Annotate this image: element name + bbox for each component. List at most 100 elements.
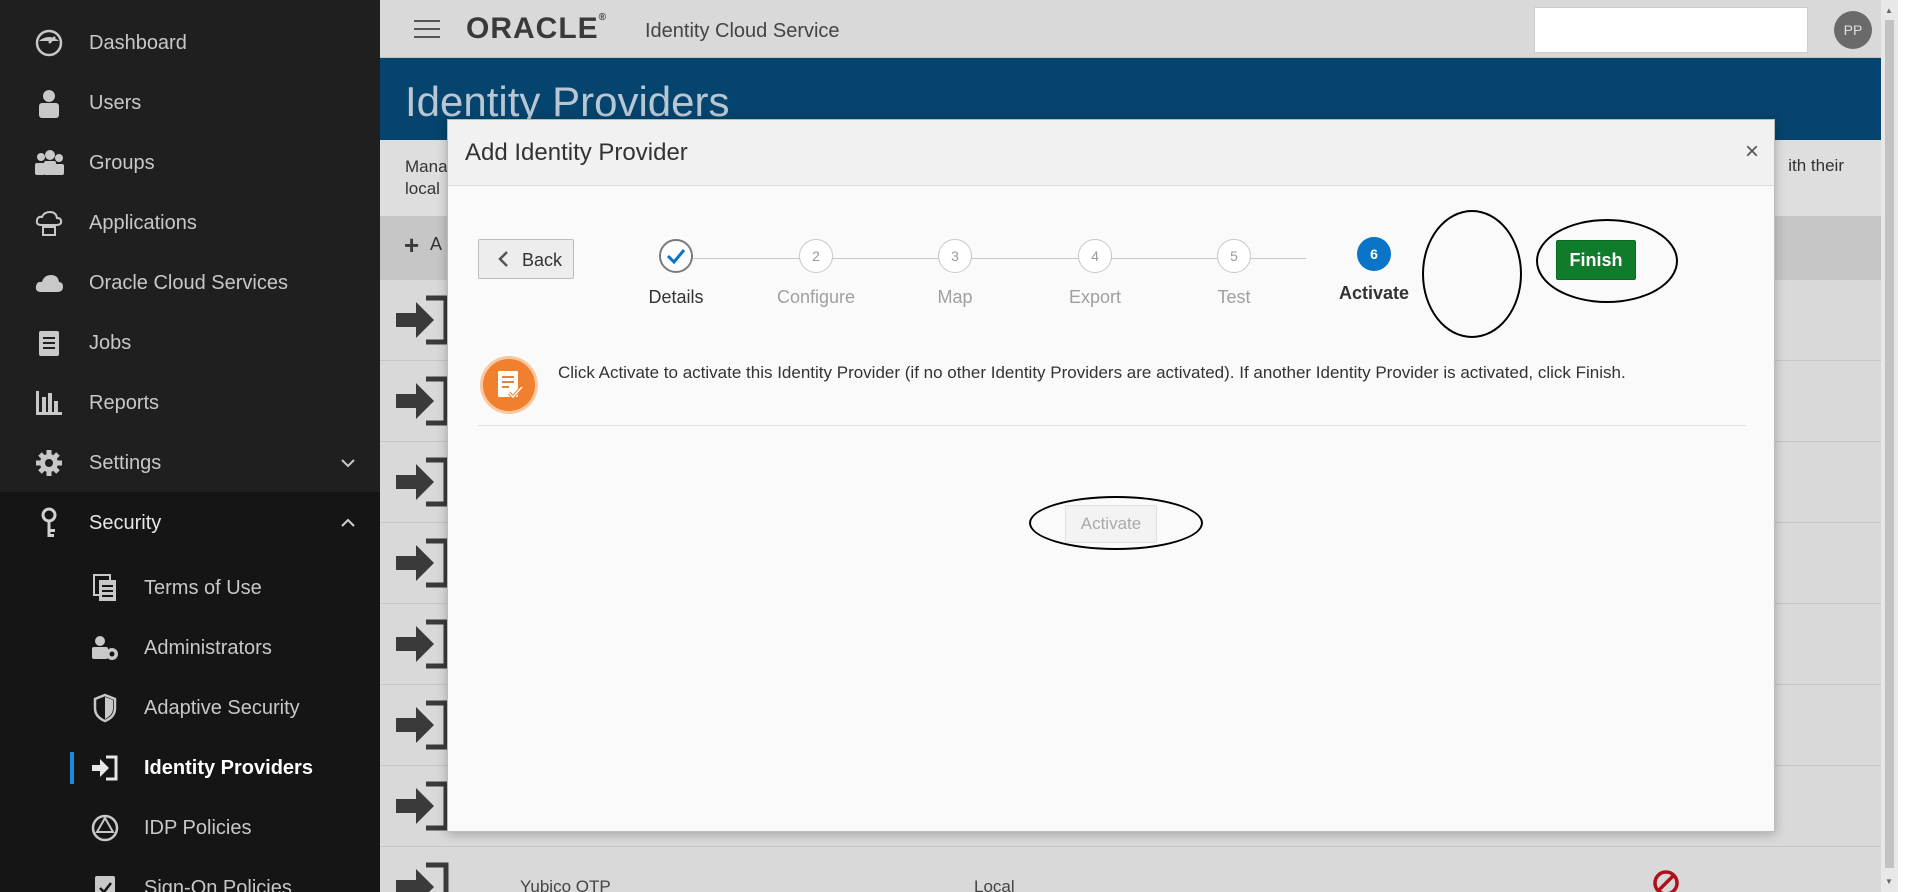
sidebar-item-label: Groups bbox=[89, 151, 155, 174]
step-label: Configure bbox=[776, 287, 856, 307]
sidebar-item-label: Settings bbox=[89, 451, 162, 474]
sidebar-item-label: Applications bbox=[89, 211, 197, 234]
sidebar-subitem-label: IDP Policies bbox=[144, 816, 252, 839]
sidebar-subitem-terms-of-use[interactable]: Terms of Use bbox=[0, 558, 380, 618]
back-button[interactable]: Back bbox=[478, 239, 574, 279]
scroll-up-icon[interactable]: ▲ bbox=[1885, 6, 1893, 15]
shield-icon bbox=[88, 691, 122, 725]
sidebar-item-label: Reports bbox=[89, 391, 160, 414]
description-left: Mana local bbox=[405, 157, 448, 198]
product-name: Identity Cloud Service bbox=[645, 20, 840, 42]
sidebar-subitem-administrators[interactable]: Administrators bbox=[0, 618, 380, 678]
bar-chart-icon bbox=[32, 386, 66, 420]
annotation-ellipse bbox=[1422, 210, 1522, 338]
sign-on-policy-icon bbox=[88, 871, 122, 892]
active-marker bbox=[70, 752, 74, 784]
chevron-left-icon bbox=[498, 251, 508, 267]
sidebar-item-oracle-cloud-services[interactable]: Oracle Cloud Services bbox=[0, 253, 380, 313]
groups-icon bbox=[32, 146, 66, 180]
table-row[interactable]: Yubico OTP Local bbox=[380, 847, 1898, 892]
divider bbox=[478, 425, 1746, 426]
train-step-configure[interactable]: 2 Configure bbox=[746, 239, 886, 308]
step-number: 2 bbox=[799, 239, 833, 273]
sidebar-item-label: Dashboard bbox=[89, 31, 187, 54]
sidebar-subitem-label: Identity Providers bbox=[144, 756, 313, 779]
description-right: ith their bbox=[1788, 156, 1844, 175]
step-number: 6 bbox=[1357, 237, 1391, 271]
sign-in-icon bbox=[396, 619, 449, 669]
sidebar-item-users[interactable]: Users bbox=[0, 73, 380, 133]
step-label: Export bbox=[1068, 287, 1122, 307]
sidebar-item-reports[interactable]: Reports bbox=[0, 373, 380, 433]
cloud-icon bbox=[32, 266, 66, 300]
documents-icon bbox=[88, 571, 122, 605]
add-button-label[interactable]: A bbox=[430, 234, 442, 255]
dialog-header: Add Identity Provider × bbox=[448, 120, 1774, 186]
top-bar: ORACLE® Identity Cloud Service PP bbox=[380, 0, 1898, 58]
sign-in-icon bbox=[396, 700, 449, 750]
sidebar-subitem-identity-providers[interactable]: Identity Providers bbox=[0, 738, 380, 798]
dialog-title: Add Identity Provider bbox=[465, 139, 688, 166]
sign-in-icon bbox=[88, 751, 122, 785]
sidebar-item-label: Users bbox=[89, 91, 142, 114]
scrollbar-thumb[interactable] bbox=[1885, 20, 1894, 868]
sidebar-subitem-idp-policies[interactable]: IDP Policies bbox=[0, 798, 380, 858]
step-number: 3 bbox=[938, 239, 972, 273]
idp-policy-icon bbox=[88, 811, 122, 845]
oracle-logo: ORACLE® bbox=[466, 12, 608, 45]
plus-icon[interactable]: + bbox=[404, 230, 419, 261]
sign-in-icon bbox=[396, 862, 449, 892]
step-number: 5 bbox=[1217, 239, 1251, 273]
sidebar-item-applications[interactable]: Applications bbox=[0, 193, 380, 253]
sidebar-subitem-label: Administrators bbox=[144, 636, 272, 659]
user-icon bbox=[32, 86, 66, 120]
disabled-status-icon bbox=[1653, 870, 1679, 892]
train-step-map[interactable]: 3 Map bbox=[885, 239, 1025, 308]
step-number: 4 bbox=[1078, 239, 1112, 273]
jobs-icon bbox=[32, 326, 66, 360]
sidebar-item-label: Oracle Cloud Services bbox=[89, 271, 288, 294]
provider-type: Local bbox=[974, 877, 1015, 892]
sidebar-subitem-label: Sign-On Policies bbox=[144, 876, 292, 892]
back-button-label: Back bbox=[522, 250, 563, 270]
sidebar-subitem-sign-on-policies[interactable]: Sign-On Policies bbox=[0, 858, 380, 892]
sidebar: Dashboard Users Groups Applications Orac… bbox=[0, 0, 380, 892]
train-step-export[interactable]: 4 Export bbox=[1025, 239, 1165, 308]
sidebar-item-dashboard[interactable]: Dashboard bbox=[0, 13, 380, 73]
sidebar-subitem-label: Terms of Use bbox=[144, 576, 262, 599]
hamburger-menu-icon[interactable] bbox=[414, 20, 440, 38]
train-step-test[interactable]: 5 Test bbox=[1164, 239, 1304, 308]
sidebar-item-label: Security bbox=[89, 511, 162, 534]
sign-in-icon bbox=[396, 781, 449, 831]
admin-icon bbox=[88, 631, 122, 665]
step-label: Test bbox=[1217, 287, 1251, 307]
annotation-ellipse bbox=[1536, 219, 1678, 303]
chevron-down-icon[interactable] bbox=[338, 453, 358, 473]
checklist-icon bbox=[480, 356, 538, 414]
sidebar-subitem-adaptive-security[interactable]: Adaptive Security bbox=[0, 678, 380, 738]
page-scrollbar[interactable]: ▲ ▼ bbox=[1881, 0, 1898, 892]
close-icon[interactable]: × bbox=[1740, 140, 1764, 164]
dashboard-icon bbox=[32, 26, 66, 60]
avatar[interactable]: PP bbox=[1834, 11, 1872, 49]
sidebar-item-security[interactable]: Security bbox=[0, 493, 380, 553]
gear-icon bbox=[32, 446, 66, 480]
annotation-ellipse bbox=[1029, 496, 1203, 550]
add-identity-provider-dialog: Add Identity Provider × Back Details 2 C… bbox=[447, 119, 1775, 832]
scroll-down-icon[interactable]: ▼ bbox=[1885, 877, 1893, 886]
search-input[interactable] bbox=[1534, 7, 1808, 53]
sign-in-icon bbox=[396, 295, 449, 345]
sidebar-item-settings[interactable]: Settings bbox=[0, 433, 380, 493]
train-step-details[interactable]: Details bbox=[606, 239, 746, 308]
cloud-apps-icon bbox=[32, 206, 66, 240]
sidebar-subitem-label: Adaptive Security bbox=[144, 696, 300, 719]
sidebar-item-label: Jobs bbox=[89, 331, 132, 354]
chevron-up-icon[interactable] bbox=[338, 513, 358, 533]
provider-name: Yubico OTP bbox=[520, 877, 611, 892]
sidebar-item-jobs[interactable]: Jobs bbox=[0, 313, 380, 373]
key-icon bbox=[32, 506, 66, 540]
sidebar-item-groups[interactable]: Groups bbox=[0, 133, 380, 193]
step-label: Map bbox=[937, 287, 973, 307]
instruction-text: Click Activate to activate this Identity… bbox=[558, 363, 1626, 382]
sign-in-icon bbox=[396, 376, 449, 426]
